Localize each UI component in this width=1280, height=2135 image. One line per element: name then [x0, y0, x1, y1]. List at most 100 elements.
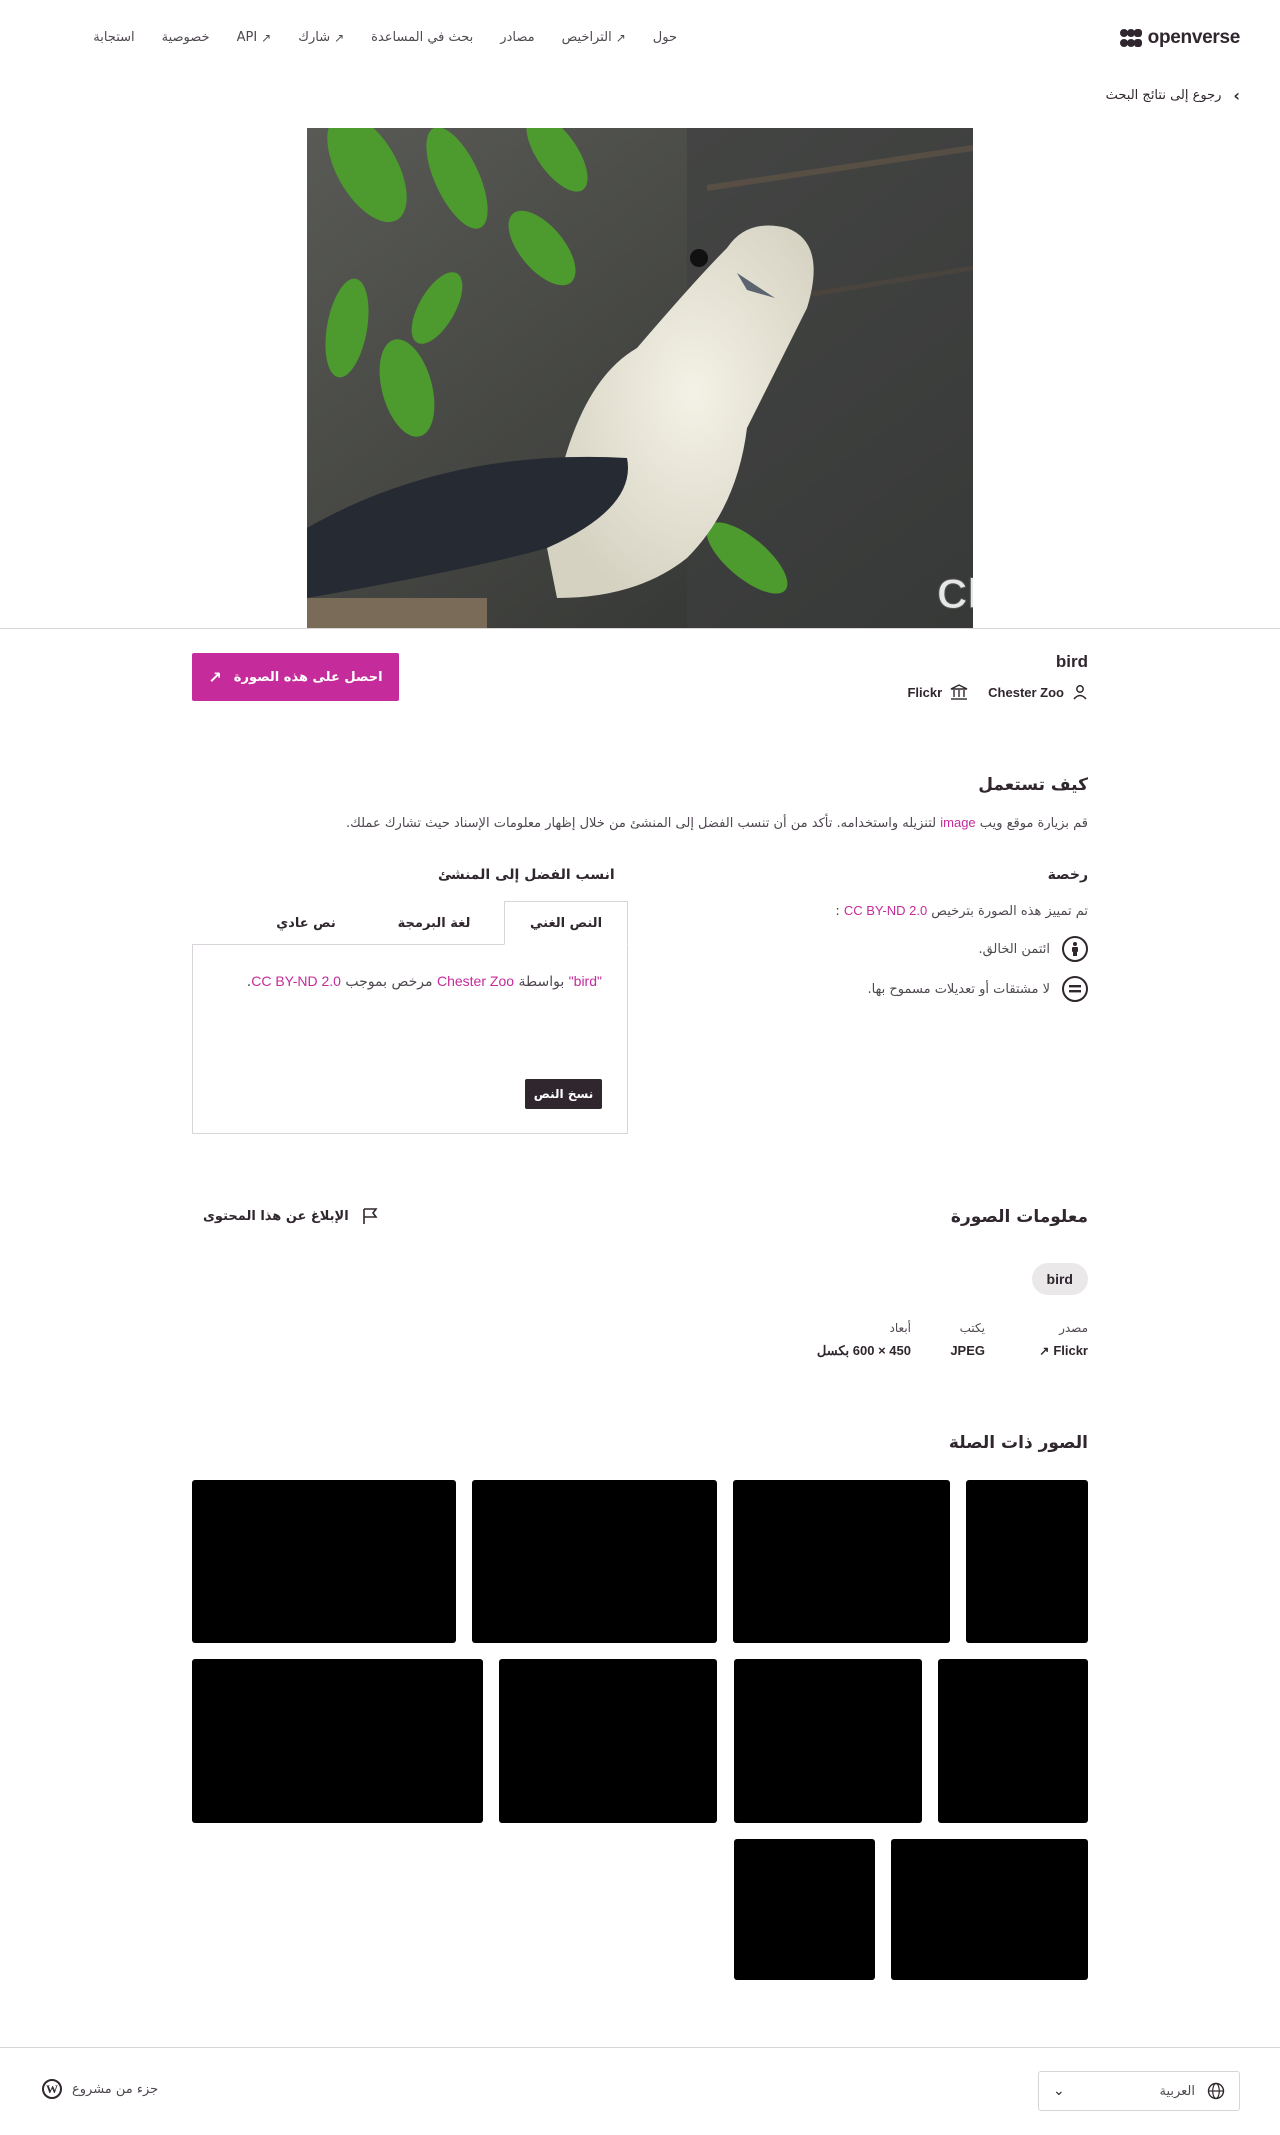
- source-link[interactable]: Flickr: [907, 684, 968, 700]
- attribution-panel: "bird" بواسطة Chester Zoo مرخص بموجب CC …: [192, 944, 628, 1134]
- license-text-suffix: :: [835, 904, 844, 919]
- related-image-tile[interactable]: [966, 1480, 1088, 1643]
- related-image-tile[interactable]: [499, 1659, 717, 1823]
- person-icon: [1073, 685, 1087, 700]
- report-label: الإبلاغ عن هذا المحتوى: [203, 1208, 349, 1224]
- get-image-button[interactable]: احصل على هذه الصورة ↗: [192, 653, 399, 701]
- watermark-text: ChesterZoo.org: [937, 570, 973, 617]
- nav-contribute[interactable]: ↗ شارك: [298, 30, 344, 45]
- nav-sources[interactable]: مصادر: [500, 30, 534, 45]
- back-label: رجوع إلى نتائج البحث: [1105, 88, 1222, 103]
- related-image-tile[interactable]: [472, 1480, 717, 1643]
- info-source-link[interactable]: Flickr ↗: [1039, 1343, 1088, 1358]
- nav-label: التراخيص: [561, 30, 612, 45]
- info-value: JPEG: [950, 1343, 985, 1358]
- nav-licenses[interactable]: ↗ التراخيص: [562, 30, 626, 45]
- nav-api[interactable]: ↗ API: [237, 30, 272, 45]
- creator-link[interactable]: Chester Zoo: [988, 684, 1088, 700]
- report-content-button[interactable]: الإبلاغ عن هذا المحتوى: [203, 1207, 379, 1225]
- institution-icon: [950, 684, 968, 700]
- bird-photo: ChesterZoo.org: [307, 128, 973, 628]
- copy-label: نسخ النص: [533, 1087, 594, 1101]
- condition-text: لا مشتقات أو تعديلات مسموح بها.: [867, 981, 1050, 997]
- get-image-label: احصل على هذه الصورة: [233, 669, 383, 685]
- nav-label: شارك: [298, 30, 331, 45]
- nav-label: API: [236, 30, 258, 45]
- image-meta: Chester Zoo Flickr: [907, 684, 1088, 700]
- license-text-prefix: تم تمييز هذه الصورة بترخيص: [927, 904, 1088, 919]
- creator-name: Chester Zoo: [988, 684, 1064, 700]
- info-value: Flickr: [1053, 1343, 1088, 1358]
- info-label: مصدر: [1059, 1321, 1088, 1335]
- globe-icon: [1207, 2082, 1225, 2100]
- back-to-results-link[interactable]: › رجوع إلى نتائج البحث: [1106, 86, 1240, 105]
- footer-divider: [0, 2047, 1280, 2048]
- attribution-tabs: النص الغني لغة البرمجة نص عادي: [192, 901, 628, 945]
- external-link-icon: ↗: [615, 30, 626, 45]
- attribution-heading: انسب الفضل إلى المنشئ: [438, 867, 615, 883]
- tab-rich-text[interactable]: النص الغني: [504, 901, 628, 945]
- usage-heading: كيف تستعمل: [978, 775, 1088, 795]
- nav-search-help[interactable]: بحث في المساعدة: [371, 30, 473, 45]
- attribution-text[interactable]: "bird" بواسطة Chester Zoo مرخص بموجب CC …: [247, 973, 602, 990]
- nav-label: استجابة: [93, 30, 135, 45]
- related-image-tile[interactable]: [733, 1480, 950, 1643]
- attribution-title-link[interactable]: "bird": [569, 973, 602, 989]
- related-image-tile[interactable]: [734, 1659, 922, 1823]
- source-name: Flickr: [907, 684, 943, 700]
- attribution-licensed: مرخص بموجب: [340, 974, 437, 990]
- usage-text: قم بزيارة موقع ويب: [975, 816, 1088, 831]
- license-heading: رخصة: [1047, 867, 1088, 883]
- info-label: أبعاد: [889, 1321, 911, 1335]
- info-type: يكتب JPEG: [950, 1321, 985, 1358]
- external-link-icon: ↗: [261, 30, 272, 45]
- external-link-icon: ↗: [1039, 1343, 1050, 1358]
- image-source-link[interactable]: image: [940, 815, 975, 830]
- tag-chip[interactable]: bird: [1031, 1263, 1088, 1295]
- external-link-icon: ↗: [208, 667, 222, 687]
- info-source: مصدر Flickr ↗: [1039, 1321, 1088, 1358]
- related-image-tile[interactable]: [192, 1659, 483, 1823]
- info-value: 450 × 600 بكسل: [816, 1343, 911, 1358]
- logo-text: openverse: [1147, 27, 1241, 48]
- info-dimensions: أبعاد 450 × 600 بكسل: [817, 1321, 911, 1359]
- attribution-license-link[interactable]: CC BY-ND 2.0: [251, 973, 341, 989]
- wordpress-link[interactable]: W جزء من مشروع: [42, 2079, 158, 2099]
- attribution-by: بواسطة: [514, 974, 569, 990]
- tab-label: النص الغني: [529, 915, 603, 931]
- tab-label: لغة البرمجة: [397, 915, 471, 931]
- license-link[interactable]: CC BY-ND 2.0: [844, 903, 927, 918]
- attribution-creator-link[interactable]: Chester Zoo: [437, 973, 514, 989]
- external-link-icon: ↗: [334, 30, 345, 45]
- language-select[interactable]: العربية ⌄: [1038, 2071, 1240, 2111]
- copy-text-button[interactable]: نسخ النص: [525, 1079, 602, 1109]
- tab-html[interactable]: لغة البرمجة: [370, 901, 498, 945]
- openverse-mark-icon: [1119, 28, 1142, 48]
- related-image-tile[interactable]: [734, 1839, 875, 1980]
- main-nav: حول ↗ التراخيص مصادر بحث في المساعدة ↗ شار…: [93, 30, 677, 45]
- tab-label: نص عادي: [276, 915, 336, 931]
- image-title: bird: [1055, 652, 1088, 671]
- openverse-logo[interactable]: openverse: [1119, 27, 1241, 49]
- wordpress-text: جزء من مشروع: [72, 2081, 159, 2097]
- related-image-tile[interactable]: [192, 1480, 456, 1643]
- nav-label: مصادر: [500, 30, 535, 45]
- usage-text: لتنزيله واستخدامه. تأكد من أن تنسب الفضل…: [346, 816, 941, 831]
- cc-by-icon: [1062, 936, 1088, 962]
- license-condition-nd: لا مشتقات أو تعديلات مسموح بها.: [868, 976, 1088, 1002]
- related-image-tile[interactable]: [938, 1659, 1088, 1823]
- related-image-tile[interactable]: [891, 1839, 1088, 1980]
- license-condition-by: ائتمن الخالق.: [978, 936, 1088, 962]
- tab-plain-text[interactable]: نص عادي: [246, 901, 366, 945]
- nav-privacy[interactable]: خصوصية: [162, 30, 210, 45]
- nav-label: خصوصية: [161, 30, 210, 45]
- nav-about[interactable]: حول: [653, 30, 677, 45]
- wordpress-icon: W: [42, 2079, 62, 2099]
- main-image: ChesterZoo.org: [307, 128, 973, 628]
- license-text: تم تمييز هذه الصورة بترخيص CC BY-ND 2.0 …: [835, 903, 1088, 919]
- site-header: openverse حول ↗ التراخيص مصادر بحث في الم…: [0, 0, 1280, 80]
- nav-label: بحث في المساعدة: [371, 30, 474, 45]
- nav-feedback[interactable]: استجابة: [93, 30, 134, 45]
- info-label: يكتب: [959, 1321, 985, 1335]
- image-info-heading: معلومات الصورة: [950, 1207, 1088, 1227]
